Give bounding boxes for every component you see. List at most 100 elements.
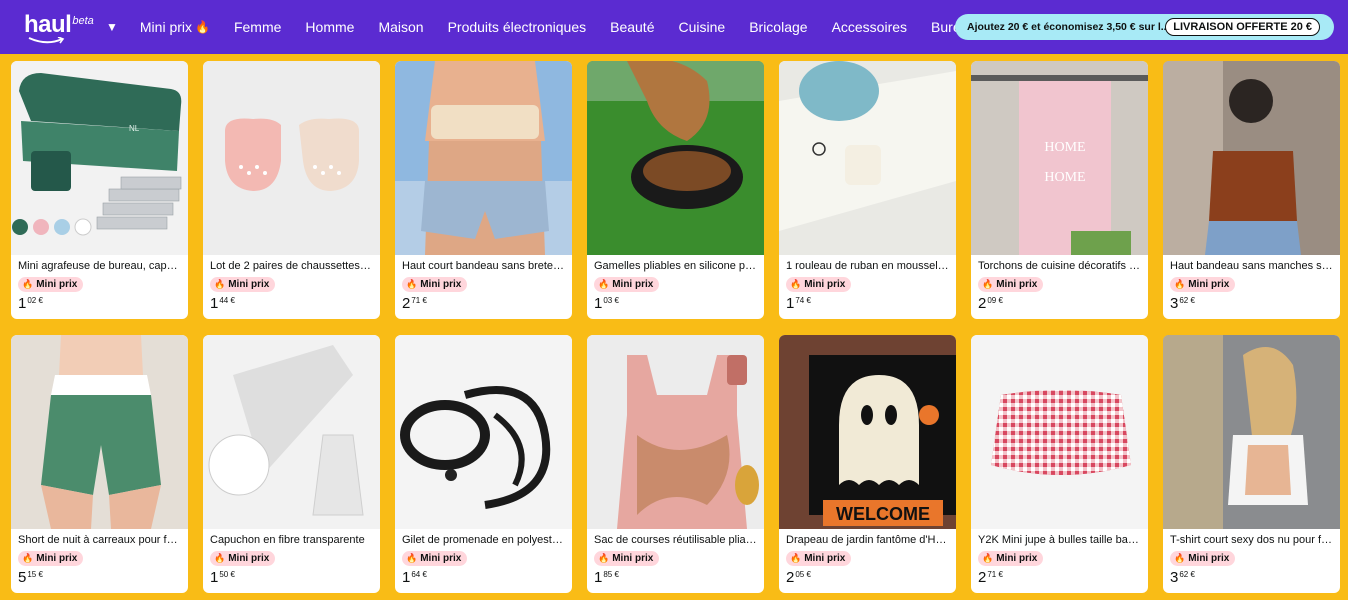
nav-item-label: Beauté (610, 19, 655, 35)
fire-icon: 🔥 (598, 553, 610, 563)
price-fraction: 09 € (987, 296, 1003, 305)
product-title[interactable]: Gilet de promenade en polyester pour chi… (402, 534, 565, 546)
product-card[interactable]: Gilet de promenade en polyester pour chi… (395, 335, 572, 593)
nav-item-3[interactable]: Maison (378, 19, 423, 35)
nav-item-8[interactable]: Accessoires (832, 19, 907, 35)
badge-label: Mini prix (804, 553, 846, 564)
price-fraction: 85 € (603, 570, 619, 579)
product-title[interactable]: Mini agrafeuse de bureau, capacité (18, 260, 181, 272)
product-title[interactable]: Drapeau de jardin fantôme d'Halloween (786, 534, 949, 546)
product-title[interactable]: Y2K Mini jupe à bulles taille basse (978, 534, 1141, 546)
product-image[interactable]: HOME HOME (971, 61, 1148, 255)
product-image[interactable] (779, 61, 956, 255)
product-card[interactable]: Sac de courses réutilisable pliable 🔥 Mini… (587, 335, 764, 593)
product-image[interactable]: WELCOME (779, 335, 956, 529)
product-price: 1 50 € (210, 569, 235, 586)
product-image[interactable] (203, 61, 380, 255)
product-image[interactable] (203, 335, 380, 529)
price-whole: 1 (210, 569, 219, 586)
nav-item-label: Maison (378, 19, 424, 35)
fire-icon: 🔥 (406, 553, 418, 563)
nav-item-5[interactable]: Beauté (610, 19, 654, 35)
mini-prix-badge: 🔥 Mini prix (594, 551, 660, 566)
product-card[interactable]: HOME HOME Torchons de cuisine décoratifs… (971, 61, 1148, 319)
product-card[interactable]: WELCOME Drapeau de jardin fantôme d'Hallo… (779, 335, 956, 593)
mini-prix-badge: 🔥 Mini prix (1170, 277, 1236, 292)
product-price: 3 62 € (1170, 569, 1195, 586)
product-title[interactable]: Lot de 2 paires de chaussettes antidérap… (210, 260, 373, 272)
free-shipping-button[interactable]: LIVRAISON OFFERTE 20 € (1165, 18, 1320, 36)
product-title[interactable]: Short de nuit à carreaux pour femme (18, 534, 181, 546)
logo-text: haul (24, 11, 72, 38)
product-price: 3 62 € (1170, 295, 1195, 312)
mini-prix-badge: 🔥 Mini prix (402, 551, 468, 566)
badge-label: Mini prix (996, 279, 1038, 290)
price-whole: 1 (402, 569, 411, 586)
mini-prix-badge: 🔥 Mini prix (786, 277, 852, 292)
nav-item-0[interactable]: Mini prix 🔥 (140, 19, 210, 35)
product-image[interactable] (587, 61, 764, 255)
nav-item-label: Cuisine (678, 19, 726, 35)
product-card[interactable]: Gamelles pliables en silicone pour chien… (587, 61, 764, 319)
mini-prix-badge: 🔥 Mini prix (978, 277, 1044, 292)
price-whole: 3 (1170, 295, 1179, 312)
price-whole: 1 (594, 295, 603, 312)
product-card[interactable]: Short de nuit à carreaux pour femme 🔥 Mini… (11, 335, 188, 593)
product-card[interactable]: Haut bandeau sans manches sexy 🔥 Mini prix… (1163, 61, 1340, 319)
product-image[interactable] (11, 335, 188, 529)
product-card[interactable]: Capuchon en fibre transparente 🔥 Mini prix… (203, 335, 380, 593)
haul-logo[interactable]: haul beta (24, 5, 114, 49)
product-title[interactable]: 1 rouleau de ruban en mousseline (786, 260, 949, 272)
product-title[interactable]: Torchons de cuisine décoratifs Home (978, 260, 1141, 272)
fire-icon: 🔥 (1174, 553, 1186, 563)
product-card[interactable]: 1 rouleau de ruban en mousseline 🔥 Mini pr… (779, 61, 956, 319)
product-price: 1 02 € (18, 295, 43, 312)
price-whole: 2 (402, 295, 411, 312)
product-image[interactable] (395, 61, 572, 255)
product-image[interactable] (1163, 335, 1340, 529)
nav-item-2[interactable]: Homme (305, 19, 354, 35)
price-whole: 1 (594, 569, 603, 586)
smile-arrow-icon (28, 37, 65, 44)
product-price: 2 71 € (978, 569, 1003, 586)
fire-icon: 🔥 (214, 553, 226, 563)
product-image[interactable] (395, 335, 572, 529)
nav-item-4[interactable]: Produits électroniques (448, 19, 587, 35)
fire-icon: 🔥 (1174, 279, 1186, 289)
nav-item-label: Accessoires (831, 19, 908, 35)
product-card[interactable]: Y2K Mini jupe à bulles taille basse 🔥 Mini… (971, 335, 1148, 593)
product-card[interactable]: Haut court bandeau sans bretelles 🔥 Mini p… (395, 61, 572, 319)
price-whole: 2 (978, 295, 987, 312)
svg-text:HOME: HOME (1044, 140, 1085, 155)
nav-item-label: Femme (233, 19, 282, 35)
product-card[interactable]: NL Mini agrafeuse de bureau, capacité 🔥 Mi… (11, 61, 188, 319)
product-title[interactable]: Capuchon en fibre transparente (210, 534, 373, 546)
product-title[interactable]: Gamelles pliables en silicone pour chien (594, 260, 757, 272)
nav-item-label: Mini prix (139, 19, 193, 35)
price-fraction: 62 € (1179, 570, 1195, 579)
badge-label: Mini prix (228, 553, 270, 564)
nav-item-6[interactable]: Cuisine (678, 19, 725, 35)
nav-item-1[interactable]: Femme (234, 19, 281, 35)
product-price: 2 09 € (978, 295, 1003, 312)
price-whole: 1 (786, 295, 795, 312)
product-title[interactable]: Haut court bandeau sans bretelles (402, 260, 565, 272)
nav-item-7[interactable]: Bricolage (749, 19, 807, 35)
product-price: 5 15 € (18, 569, 43, 586)
product-image[interactable] (1163, 61, 1340, 255)
product-card[interactable]: Lot de 2 paires de chaussettes antidérap… (203, 61, 380, 319)
mini-prix-badge: 🔥 Mini prix (18, 551, 84, 566)
product-title[interactable]: Haut bandeau sans manches sexy (1170, 260, 1333, 272)
product-image[interactable]: NL (11, 61, 188, 255)
fire-icon: 🔥 (22, 553, 34, 563)
product-title[interactable]: T-shirt court sexy dos nu pour femme (1170, 534, 1333, 546)
badge-label: Mini prix (420, 279, 462, 290)
product-image[interactable] (587, 335, 764, 529)
product-title[interactable]: Sac de courses réutilisable pliable (594, 534, 757, 546)
product-card[interactable]: T-shirt court sexy dos nu pour femme 🔥Min… (1163, 335, 1340, 593)
mini-prix-badge: 🔥 Mini prix (18, 277, 84, 292)
free-shipping-promo-banner[interactable]: Ajoutez 20 € et économisez 3,50 € sur l.… (955, 14, 1334, 40)
product-image[interactable] (971, 335, 1148, 529)
price-fraction: 64 € (411, 570, 427, 579)
fire-icon: 🔥 (790, 279, 802, 289)
